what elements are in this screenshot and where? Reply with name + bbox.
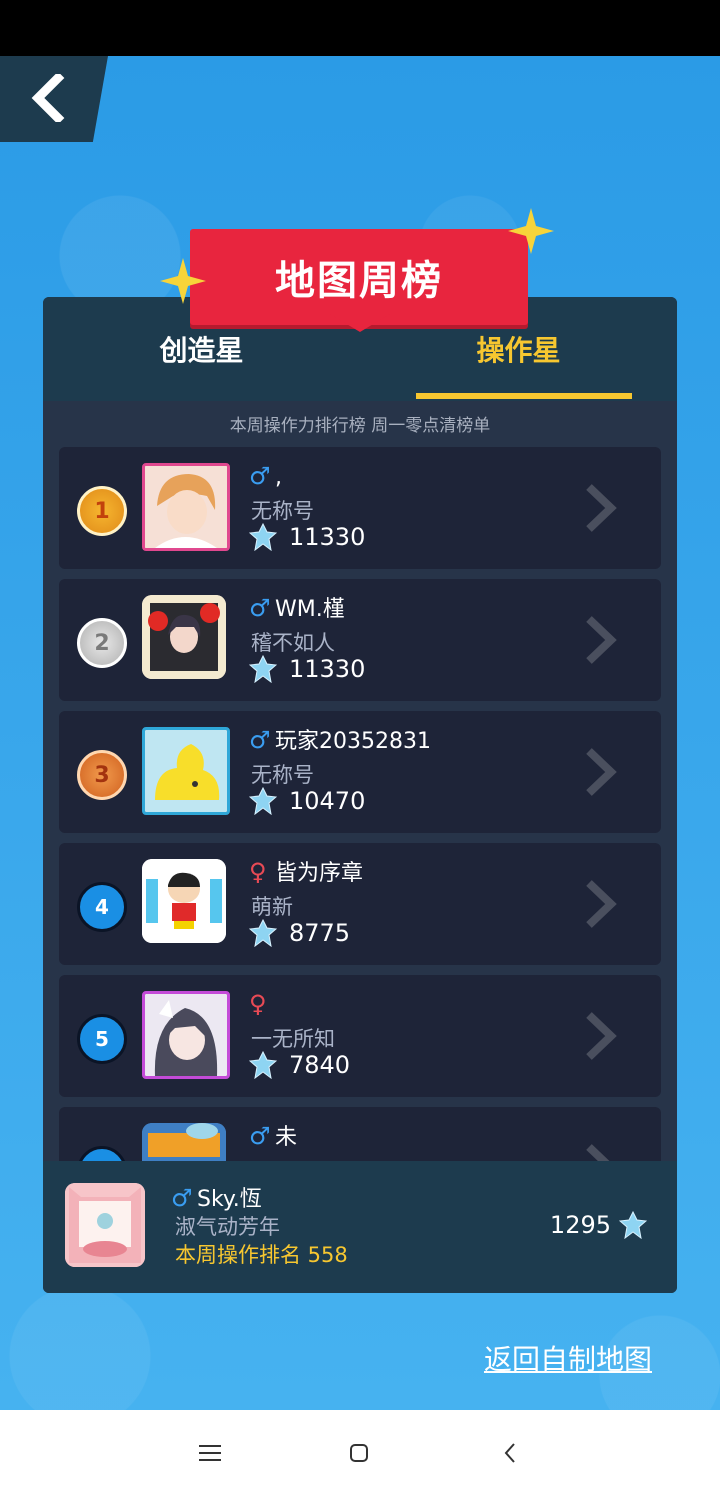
player-name: 未: [275, 1125, 298, 1150]
score-value: 11330: [289, 655, 366, 683]
crystal-icon: [249, 523, 277, 551]
leaderboard-row[interactable]: 3 ♂ 玩家20352831 无称号 10470: [59, 711, 661, 833]
chevron-right-icon: [586, 484, 617, 532]
player-title: 无称号: [251, 763, 314, 787]
chevron-right-icon: [586, 1012, 617, 1060]
home-button[interactable]: [339, 1436, 379, 1470]
score-value: 11330: [289, 523, 366, 551]
star-icon: [160, 258, 206, 304]
crystal-icon: [249, 1051, 277, 1079]
female-icon: ♀: [249, 990, 267, 1018]
male-icon: ♂: [171, 1184, 193, 1212]
player-score: 11330: [249, 523, 365, 551]
leaderboard-row[interactable]: 2 ♂ WM.槿 稽不如人 11330: [59, 579, 661, 701]
leaderboard-row[interactable]: 5 ♀ 一无所知 7840: [59, 975, 661, 1097]
my-name: Sky.恆: [197, 1187, 262, 1212]
score-value: 8775: [289, 919, 351, 947]
back-icon: [504, 1443, 515, 1463]
leaderboard-row[interactable]: 6 ♂未: [59, 1107, 661, 1161]
chevron-right-icon: [586, 748, 617, 796]
rank-badge: 6: [77, 1146, 127, 1161]
leaderboard-subtitle: 本周操作力排行榜 周一零点清榜单: [229, 416, 491, 436]
player-title: 萌新: [251, 895, 293, 919]
player-name-line: ♂ WM.槿: [249, 595, 345, 623]
player-name-line: ♂ 玩家20352831: [249, 727, 431, 755]
score-value: 10470: [289, 787, 366, 815]
chevron-right-icon: [586, 1144, 610, 1161]
chevron-right-icon: [586, 880, 617, 928]
title-banner: 地图周榜: [190, 229, 528, 325]
back-button[interactable]: [0, 56, 108, 142]
page-title: 地图周榜: [275, 258, 443, 304]
chevron-right-icon: [586, 616, 617, 664]
player-score: 7840: [249, 1051, 350, 1079]
male-icon: ♂: [249, 462, 271, 490]
my-score-value: 1295: [549, 1211, 611, 1239]
my-rank-bar[interactable]: ♂ Sky.恆 淑气动芳年 本周操作排名 558 1295: [43, 1161, 677, 1293]
system-nav-bar: [0, 1410, 720, 1496]
player-name: 玩家20352831: [275, 729, 431, 754]
male-icon: ♂: [249, 726, 271, 754]
player-name-line: ♀ 皆为序章: [249, 859, 363, 887]
player-score: 11330: [249, 655, 365, 683]
menu-button[interactable]: [190, 1436, 230, 1470]
active-tab-indicator: [416, 393, 632, 399]
crystal-icon: [249, 919, 277, 947]
player-name-line: ♀: [249, 991, 275, 1019]
banner-tail: [330, 314, 390, 332]
my-avatar: [65, 1183, 145, 1267]
player-name-line: ♂ 未: [249, 1123, 297, 1151]
player-score: 10470: [249, 787, 365, 815]
female-icon: ♀: [249, 858, 267, 886]
male-icon: ♂: [249, 594, 271, 622]
chevron-left-icon: [31, 74, 65, 122]
rank-badge: 4: [77, 882, 127, 932]
my-name-line: ♂ Sky.恆: [171, 1181, 262, 1213]
score-value: 7840: [289, 1051, 351, 1079]
rank-badge: 5: [77, 1014, 127, 1064]
male-icon: ♂: [249, 1122, 271, 1150]
avatar: [142, 595, 226, 679]
menu-icon: [199, 1445, 221, 1461]
player-name-line: ♂,: [249, 463, 282, 491]
avatar: [142, 859, 226, 943]
home-icon: [350, 1444, 368, 1462]
player-score: 8775: [249, 919, 350, 947]
avatar: [142, 1123, 226, 1161]
player-title: 无称号: [251, 499, 314, 523]
leaderboard-row[interactable]: 1 ♂, 无称号 11330: [59, 447, 661, 569]
game-screen: 地图周榜 创造星 操作星 本周操作力排行榜 周一零点清榜单 1 ♂ , 无称号 …: [0, 56, 720, 1410]
status-bar: [0, 0, 720, 56]
avatar: [142, 463, 230, 551]
rank-badge: 1: [77, 486, 127, 536]
avatar: [142, 727, 230, 815]
star-icon: [508, 208, 554, 254]
return-custom-map-link[interactable]: 返回自制地图: [484, 1338, 652, 1378]
my-weekly-rank: 本周操作排名 558: [175, 1243, 348, 1267]
leaderboard-list[interactable]: 1 ♂, 无称号 11330 2 ♂ WM.槿 稽不如人 11330 3 ♂ 玩…: [43, 447, 677, 1161]
rank-badge: 2: [77, 618, 127, 668]
player-title: 一无所知: [251, 1027, 335, 1051]
crystal-icon: [619, 1211, 647, 1239]
crystal-icon: [249, 655, 277, 683]
rank-badge: 3: [77, 750, 127, 800]
leaderboard-panel: 创造星 操作星 本周操作力排行榜 周一零点清榜单 1 ♂, 无称号 11330 …: [43, 297, 677, 1293]
player-name: WM.槿: [275, 597, 345, 622]
leaderboard-row[interactable]: 4 ♀ 皆为序章 萌新 8775: [59, 843, 661, 965]
player-name: ,: [275, 465, 282, 490]
player-title: 稽不如人: [251, 631, 335, 655]
crystal-icon: [249, 787, 277, 815]
back-nav-button[interactable]: [490, 1436, 530, 1470]
avatar: [142, 991, 230, 1079]
my-score: 1295: [550, 1211, 647, 1239]
my-title: 淑气动芳年: [175, 1215, 280, 1239]
player-name: 皆为序章: [275, 861, 364, 886]
